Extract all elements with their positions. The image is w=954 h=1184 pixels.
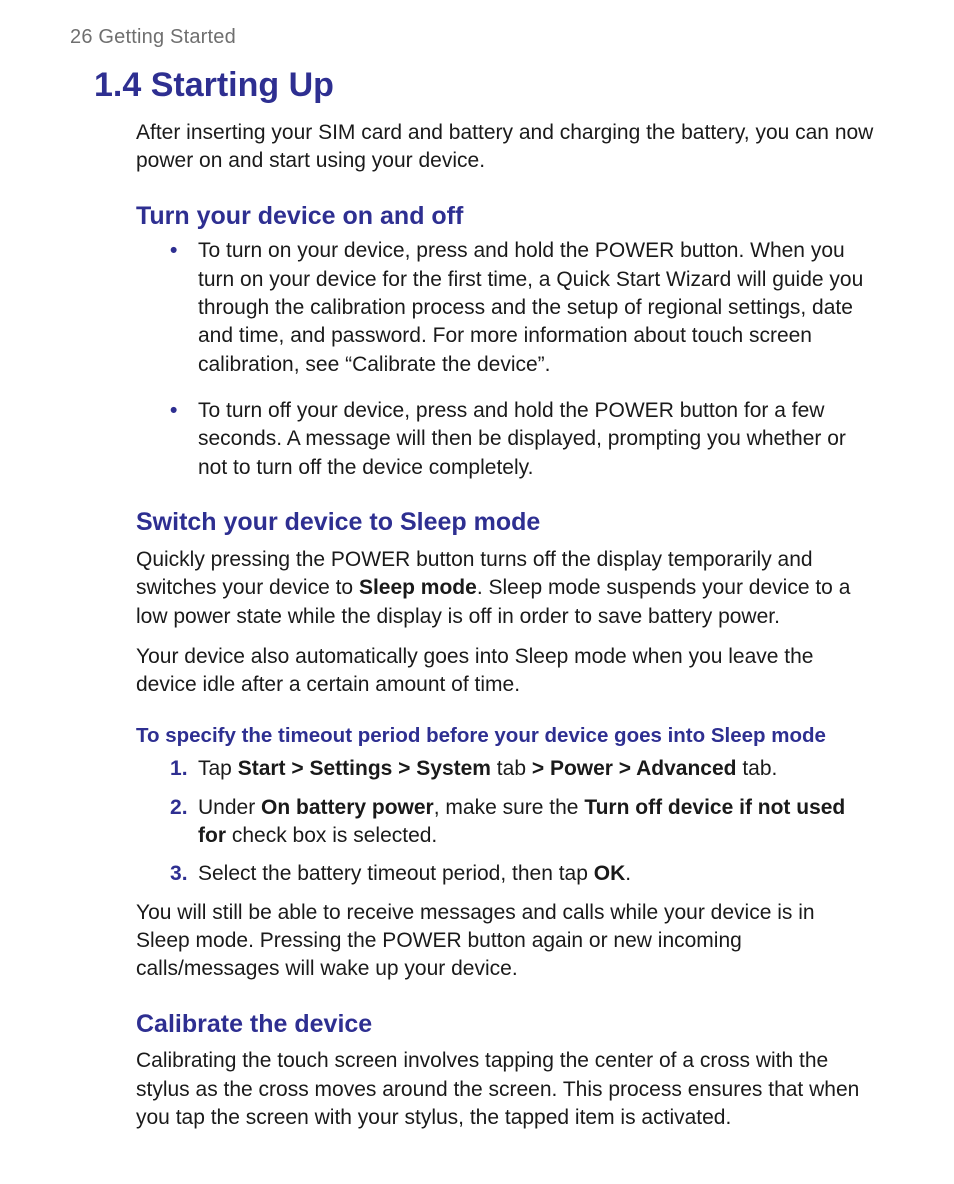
- list-item: To turn off your device, press and hold …: [170, 397, 870, 482]
- text-bold: Start > Settings > System: [238, 757, 491, 780]
- intro-paragraph: After inserting your SIM card and batter…: [136, 119, 874, 176]
- paragraph: Calibrating the touch screen involves ta…: [136, 1047, 874, 1132]
- heading-calibrate: Calibrate the device: [136, 1008, 874, 1042]
- heading-procedure: To specify the timeout period before you…: [136, 722, 874, 750]
- chapter-title: Getting Started: [98, 26, 236, 48]
- text-run: Tap: [198, 757, 238, 780]
- heading-sleep-mode: Switch your device to Sleep mode: [136, 506, 874, 540]
- paragraph: You will still be able to receive messag…: [136, 899, 874, 984]
- text-run: check box is selected.: [226, 824, 437, 847]
- text-run: tab: [491, 757, 532, 780]
- running-header: 26 Getting Started: [70, 24, 874, 51]
- list-item: To turn on your device, press and hold t…: [170, 237, 870, 379]
- text-bold: > Power > Advanced: [532, 757, 737, 780]
- list-item: Tap Start > Settings > System tab > Powe…: [170, 755, 870, 783]
- text-bold: Sleep mode: [359, 576, 477, 599]
- text-run: Select the battery timeout period, then …: [198, 862, 594, 885]
- paragraph: Your device also automatically goes into…: [136, 643, 874, 700]
- list-item: Select the battery timeout period, then …: [170, 860, 870, 888]
- paragraph: Quickly pressing the POWER button turns …: [136, 546, 874, 631]
- text-bold: OK: [594, 862, 626, 885]
- text-run: , make sure the: [434, 796, 585, 819]
- text-run: Under: [198, 796, 261, 819]
- heading-turn-on-off: Turn your device on and off: [136, 200, 874, 234]
- heading-section: 1.4 Starting Up: [70, 63, 874, 109]
- document-page: 26 Getting Started 1.4 Starting Up After…: [0, 0, 954, 1184]
- text-run: tab.: [736, 757, 777, 780]
- text-run: .: [625, 862, 631, 885]
- text-bold: On battery power: [261, 796, 434, 819]
- list-turn-on-off: To turn on your device, press and hold t…: [170, 237, 870, 482]
- ordered-steps: Tap Start > Settings > System tab > Powe…: [170, 755, 870, 888]
- list-item: Under On battery power, make sure the Tu…: [170, 794, 870, 851]
- page-number: 26: [70, 26, 93, 48]
